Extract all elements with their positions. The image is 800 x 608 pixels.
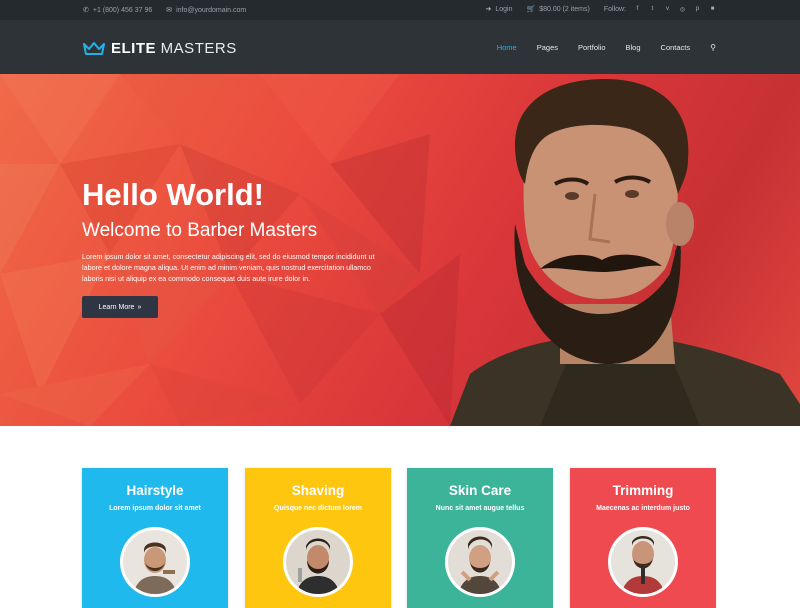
service-desc: Lorem ipsum dolor sit amet xyxy=(109,505,201,512)
nav-pages[interactable]: Pages xyxy=(537,43,558,52)
avatar xyxy=(608,527,678,597)
email-address: info@yourdomain.com xyxy=(176,6,247,14)
follow-label: Follow: xyxy=(603,5,626,13)
learn-more-label: Learn More xyxy=(98,303,135,311)
service-card-skin-care[interactable]: Skin Care Nunc sit amet augue tellus xyxy=(407,468,553,608)
hero-subtitle: Welcome to Barber Masters xyxy=(82,220,318,241)
search-icon[interactable]: ⚲ xyxy=(710,43,716,52)
service-title: Shaving xyxy=(291,483,345,498)
phone-contact[interactable]: ✆ +1 (800) 456 37 96 xyxy=(83,6,153,15)
service-title: Skin Care xyxy=(448,483,512,498)
avatar xyxy=(283,527,353,597)
cart-link[interactable]: 🛒 $80.00 (2 items) xyxy=(526,5,590,14)
facebook-icon[interactable]: f xyxy=(634,6,641,13)
crown-icon xyxy=(83,41,105,55)
service-title: Trimming xyxy=(612,483,674,498)
nav-portfolio[interactable]: Portfolio xyxy=(578,43,606,52)
avatar xyxy=(445,527,515,597)
pinterest-icon[interactable]: p xyxy=(694,6,701,13)
service-card-hairstyle[interactable]: Hairstyle Lorem ipsum dolor sit amet xyxy=(82,468,228,608)
main-navbar: ELITE MASTERS Home Pages Portfolio Blog … xyxy=(0,20,800,74)
nav-blog[interactable]: Blog xyxy=(626,43,641,52)
phone-number: +1 (800) 456 37 96 xyxy=(92,6,153,14)
brand-name: ELITE MASTERS xyxy=(111,40,237,57)
service-title: Hairstyle xyxy=(126,483,184,498)
flickr-icon[interactable]: ■ xyxy=(709,6,716,13)
brand-logo[interactable]: ELITE MASTERS xyxy=(83,40,237,57)
avatar xyxy=(120,527,190,597)
nav-contacts[interactable]: Contacts xyxy=(661,43,691,52)
shaving-photo xyxy=(286,530,350,594)
cart-label: $80.00 (2 items) xyxy=(539,5,590,13)
cart-icon: 🛒 xyxy=(526,6,536,13)
services-section: Hairstyle Lorem ipsum dolor sit amet Sha… xyxy=(0,426,800,608)
primary-nav: Home Pages Portfolio Blog Contacts ⚲ xyxy=(497,43,716,52)
email-contact[interactable]: ✉ info@yourdomain.com xyxy=(166,6,247,15)
dribbble-icon[interactable]: ◎ xyxy=(679,6,686,13)
vimeo-icon[interactable]: v xyxy=(664,6,671,13)
hero-portrait-image xyxy=(450,79,800,426)
envelope-icon: ✉ xyxy=(166,7,173,14)
nav-home[interactable]: Home xyxy=(497,43,517,52)
hero-body-text: Lorem ipsum dolor sit amet, consectetur … xyxy=(82,252,375,283)
service-desc: Quisque nec dictum lorem xyxy=(274,505,362,512)
twitter-icon[interactable]: t xyxy=(649,6,656,13)
service-desc: Nunc sit amet augue tellus xyxy=(435,505,525,512)
hero-title: Hello World! xyxy=(82,177,264,212)
service-card-shaving[interactable]: Shaving Quisque nec dictum lorem xyxy=(245,468,391,608)
login-icon: ➜ xyxy=(485,6,492,13)
skin-care-photo xyxy=(448,530,512,594)
top-bar: ✆ +1 (800) 456 37 96 ✉ info@yourdomain.c… xyxy=(0,0,800,20)
trimming-photo xyxy=(611,530,675,594)
double-chevron-right-icon: » xyxy=(137,303,142,311)
hairstyle-photo xyxy=(123,530,187,594)
hero-section: Hello World! Welcome to Barber Masters L… xyxy=(0,74,800,426)
login-link[interactable]: ➜ Login xyxy=(485,5,513,14)
service-card-trimming[interactable]: Trimming Maecenas ac interdum justo xyxy=(570,468,716,608)
login-label: Login xyxy=(495,5,513,13)
phone-icon: ✆ xyxy=(83,7,89,14)
service-desc: Maecenas ac interdum justo xyxy=(596,505,690,512)
social-links: Follow: f t v ◎ p ■ xyxy=(604,6,716,13)
learn-more-button[interactable]: Learn More » xyxy=(82,296,158,318)
